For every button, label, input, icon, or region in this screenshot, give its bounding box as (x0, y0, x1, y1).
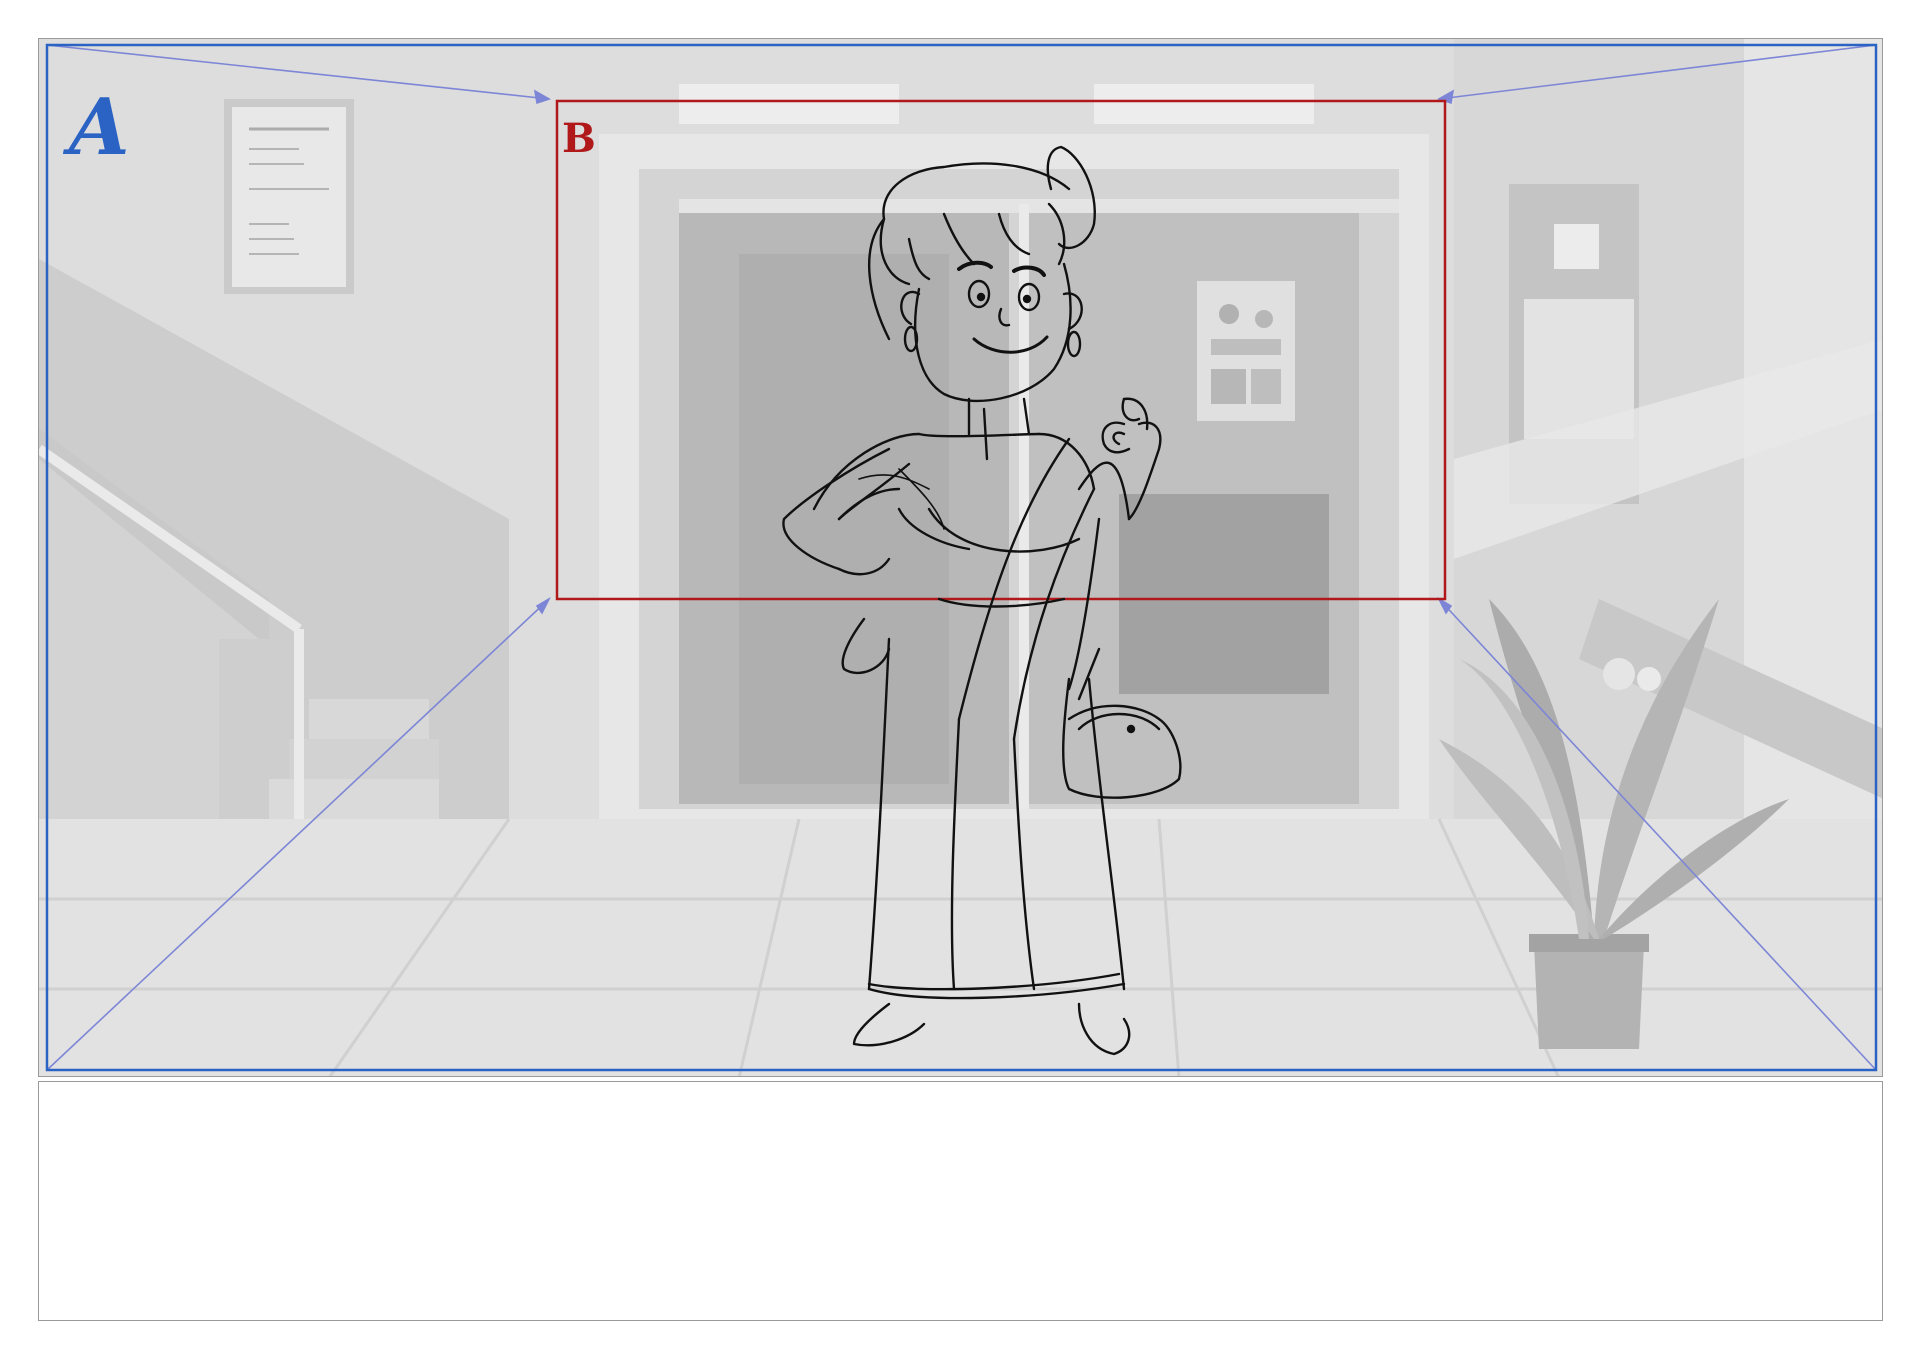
storyboard-page: A B (0, 0, 1920, 1357)
storyboard-panel: A B (38, 38, 1883, 1077)
panel-notes-box[interactable] (38, 1081, 1883, 1321)
frame-b-label: B (562, 115, 596, 162)
scene-illustration: A B (39, 39, 1882, 1076)
hallway-background (39, 39, 1882, 1076)
frame-a-label: A (62, 82, 130, 173)
